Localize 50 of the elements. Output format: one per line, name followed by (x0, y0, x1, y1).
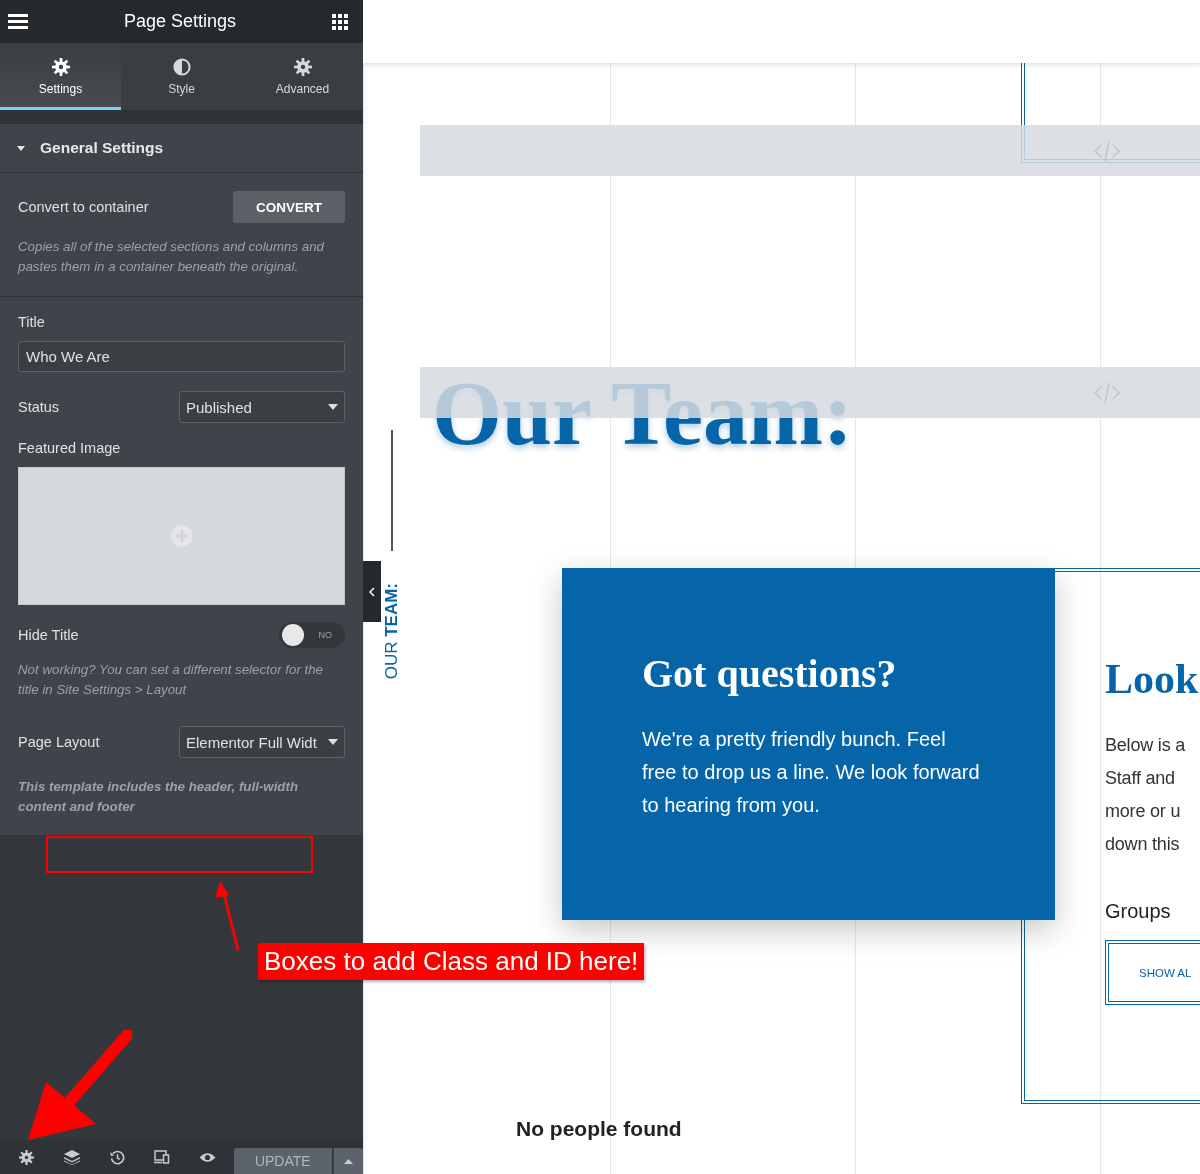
settings-icon (293, 58, 312, 76)
history-icon[interactable] (109, 1149, 125, 1165)
card-title: Got questions? (642, 650, 898, 697)
menu-icon[interactable] (8, 14, 28, 29)
layout-select[interactable]: Elementor Full Widt (179, 726, 345, 758)
field-label: Convert to container (18, 199, 149, 215)
help-text: This template includes the header, full-width content and footer (18, 778, 299, 816)
arrow (212, 880, 242, 952)
field-label: Featured Image (18, 440, 122, 456)
settings-icon (51, 58, 70, 76)
section-title: Look (1105, 655, 1200, 703)
caret-icon (328, 739, 338, 745)
annotation-callout: Boxes to add Class and ID here! (258, 943, 645, 980)
help-text: Not working? You can set a different selector for the title in Site Settings > Layout (18, 661, 325, 699)
groups-label: Groups (1105, 900, 1172, 923)
card-text: We're a pretty friendly bunch. Feel free to drop us a line. We look forward to hearing from you. (642, 727, 981, 818)
apps-grid-icon[interactable] (332, 13, 348, 30)
title-input[interactable]: Who We Are (18, 341, 345, 372)
caret-icon (343, 1158, 353, 1164)
intro-text-line: more or u (1105, 800, 1182, 823)
intro-text-line: Below is a (1105, 734, 1187, 757)
responsive-icon[interactable] (154, 1150, 171, 1164)
layers-icon[interactable] (63, 1149, 80, 1165)
caret-icon[interactable] (16, 143, 26, 153)
tab[interactable]: Advanced (242, 43, 363, 110)
code-icon (1093, 381, 1121, 404)
settings-icon[interactable] (19, 1149, 35, 1165)
code-icon (1093, 139, 1121, 162)
field-label: Status (18, 399, 60, 415)
section-label: OUR TEAM: (382, 583, 402, 680)
convert-button[interactable]: CONVERT (233, 191, 345, 223)
preview-eye-icon[interactable] (198, 1151, 216, 1163)
tab[interactable]: Style (121, 43, 242, 110)
intro-text-line: Staff and (1105, 767, 1176, 790)
field-label: Hide Title (18, 627, 79, 643)
status-select[interactable]: Published (179, 391, 345, 423)
collapse-panel-button[interactable] (363, 561, 381, 622)
chevron-left-icon (369, 586, 375, 597)
field-label: Page Layout (18, 734, 100, 750)
toggle-switch[interactable]: NO (279, 622, 345, 648)
field-label: Title (18, 314, 46, 330)
page-heading: Our Team: (432, 363, 853, 465)
help-text: Copies all of the selected sections and columns and pastes them in a container beneath the original. (18, 238, 325, 276)
empty-message: No people found (516, 1117, 682, 1141)
show-all-button[interactable]: SHOW AL (1105, 940, 1200, 1005)
intro-text-line: down this (1105, 833, 1181, 856)
panel-title: Page Settings (123, 11, 237, 32)
save-options-button[interactable] (332, 1148, 363, 1174)
caret-icon (328, 404, 338, 410)
contrast-icon (172, 58, 191, 76)
